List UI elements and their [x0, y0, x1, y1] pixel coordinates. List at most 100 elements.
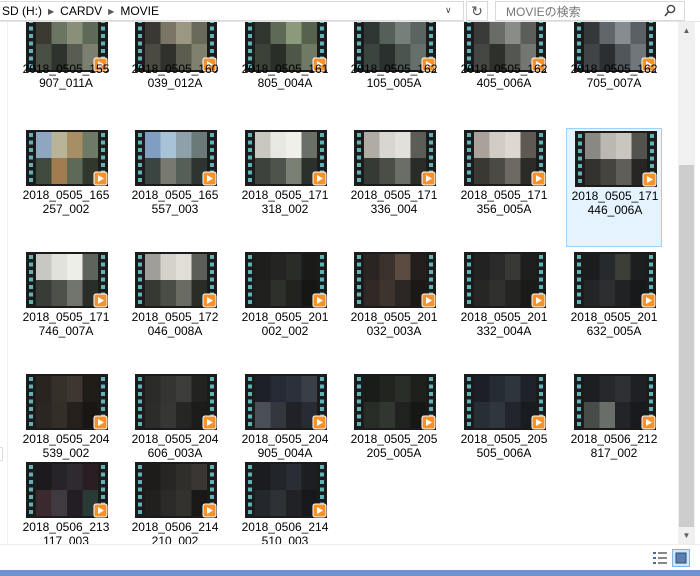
film-sprocket	[429, 133, 433, 137]
film-sprocket	[649, 392, 653, 396]
thumbnail-cell	[36, 22, 52, 44]
film-sprocket	[467, 270, 471, 274]
film-sprocket	[429, 26, 433, 31]
address-history-chevron-down-icon[interactable]: ∨	[445, 5, 452, 16]
file-item[interactable]: 2018_0505_171 746_007A	[18, 250, 114, 369]
thumbnail-cell	[255, 254, 271, 280]
vertical-scrollbar[interactable]: ▲ ▼	[678, 22, 695, 544]
film-sprocket	[320, 399, 324, 404]
scroll-up-arrow-icon[interactable]: ▲	[678, 22, 695, 39]
status-bar	[0, 544, 700, 570]
film-sprocket	[29, 155, 33, 160]
thumbnail-cell	[474, 22, 490, 44]
details-view-icon[interactable]	[652, 550, 668, 566]
file-item[interactable]: 2018_0505_155 907_011A	[18, 22, 114, 112]
breadcrumb-movie[interactable]: MOVIE	[120, 4, 159, 18]
film-sprocket	[101, 399, 105, 404]
thumbnail-cell	[160, 132, 176, 158]
film-sprocket	[429, 255, 433, 259]
file-item[interactable]: 2018_0505_162 105_005A	[346, 22, 442, 112]
film-sprocket	[357, 255, 361, 259]
file-name-line-2: 446_006A	[587, 203, 643, 217]
film-sprocket	[357, 407, 361, 411]
file-item[interactable]: 2018_0506_214 210_002	[127, 460, 223, 544]
film-sprocket	[357, 377, 361, 381]
film-sprocket	[467, 422, 471, 426]
file-item[interactable]: 2018_0505_171 356_005A	[456, 128, 552, 247]
file-name: 2018_0505_205 205_005A	[346, 432, 442, 460]
file-item[interactable]: 2018_0506_214 510_003	[237, 460, 333, 544]
thumbnail-cell	[270, 22, 286, 44]
thumbnail-cell	[410, 132, 426, 158]
thumbnail-cell	[410, 22, 426, 44]
file-grid[interactable]: 2018_0505_155 907_011A 2018_0505_160 039_01…	[8, 22, 678, 544]
file-item[interactable]: 2018_0505_165 557_003	[127, 128, 223, 247]
film-sprocket	[539, 377, 543, 381]
address-bar[interactable]: SD (H:) ▶ CARDV ▶ MOVIE ∨	[0, 1, 464, 21]
film-sprocket	[248, 34, 252, 38]
film-sprocket	[210, 262, 214, 267]
film-sprocket	[357, 300, 361, 304]
thumbnail-cell	[67, 402, 83, 428]
film-sprocket	[248, 285, 252, 289]
film-sprocket	[577, 262, 581, 267]
film-sprocket	[138, 178, 142, 182]
film-sprocket	[467, 399, 471, 404]
file-item[interactable]: 2018_0506_213 117_003	[18, 460, 114, 544]
thumbnail-cell	[51, 254, 67, 280]
file-name-line-1: 2018_0505_171	[460, 188, 548, 202]
search-icon[interactable]	[664, 4, 676, 18]
film-sprocket	[429, 377, 433, 381]
navigation-pane-splitter[interactable]	[0, 447, 3, 461]
film-sprocket	[320, 495, 324, 499]
breadcrumb-separator-icon[interactable]: ▶	[48, 7, 54, 16]
search-input[interactable]: MOVIEの検索	[495, 1, 685, 21]
file-item[interactable]: 2018_0505_160 039_012A	[127, 22, 223, 112]
file-item[interactable]: 2018_0505_171 336_004	[346, 128, 442, 247]
film-sprocket	[101, 148, 105, 152]
film-sprocket	[467, 148, 471, 152]
thumbnail-cell	[270, 132, 286, 158]
file-item[interactable]: 2018_0505_201 632_005A	[566, 250, 662, 369]
film-sprocket	[577, 399, 581, 404]
file-item[interactable]: 2018_0505_162 705_007A	[566, 22, 662, 112]
file-item[interactable]: 2018_0505_205 205_005A	[346, 372, 442, 491]
film-sprocket	[210, 49, 214, 53]
large-icons-view-button[interactable]	[672, 549, 690, 567]
scroll-thumb[interactable]	[679, 165, 694, 527]
thumbnail-cell	[489, 254, 505, 280]
film-sprocket	[210, 384, 214, 389]
film-sprocket	[577, 56, 581, 61]
breadcrumb-drive[interactable]: SD (H:)	[2, 4, 42, 18]
film-sprocket	[210, 392, 214, 396]
film-sprocket	[539, 133, 543, 137]
file-item[interactable]: 2018_0505_201 002_002	[237, 250, 333, 369]
thumbnail-cell	[145, 464, 161, 490]
file-item[interactable]: 2018_0505_165 257_002	[18, 128, 114, 247]
refresh-button[interactable]: ↻	[466, 1, 488, 21]
film-sprocket	[29, 399, 33, 404]
film-sprocket	[320, 26, 324, 31]
film-sprocket	[29, 140, 33, 145]
breadcrumb-separator-icon[interactable]: ▶	[108, 7, 114, 16]
file-item[interactable]: 2018_0505_171 446_006A	[566, 128, 662, 247]
film-sprocket	[320, 377, 324, 381]
file-name-line-2: 210_002	[151, 534, 199, 544]
navigation-pane[interactable]	[0, 22, 8, 544]
thumbnail-cell	[67, 376, 83, 402]
breadcrumb-cardv[interactable]: CARDV	[60, 4, 102, 18]
file-name-line-1: 2018_0506_212	[570, 432, 658, 446]
scroll-down-arrow-icon[interactable]: ▼	[678, 527, 695, 544]
film-sprocket	[138, 49, 142, 53]
file-item[interactable]: 2018_0505_162 405_006A	[456, 22, 552, 112]
file-item[interactable]: 2018_0505_161 805_004A	[237, 22, 333, 112]
file-item[interactable]: 2018_0506_212 817_002	[566, 372, 662, 491]
file-item[interactable]: 2018_0505_172 046_008A	[127, 250, 223, 369]
file-item[interactable]: 2018_0505_201 032_003A	[346, 250, 442, 369]
film-sprocket	[29, 49, 33, 53]
film-sprocket	[429, 384, 433, 389]
file-item[interactable]: 2018_0505_205 505_006A	[456, 372, 552, 491]
video-thumbnail	[135, 462, 217, 518]
file-item[interactable]: 2018_0505_171 318_002	[237, 128, 333, 247]
file-item[interactable]: 2018_0505_201 332_004A	[456, 250, 552, 369]
